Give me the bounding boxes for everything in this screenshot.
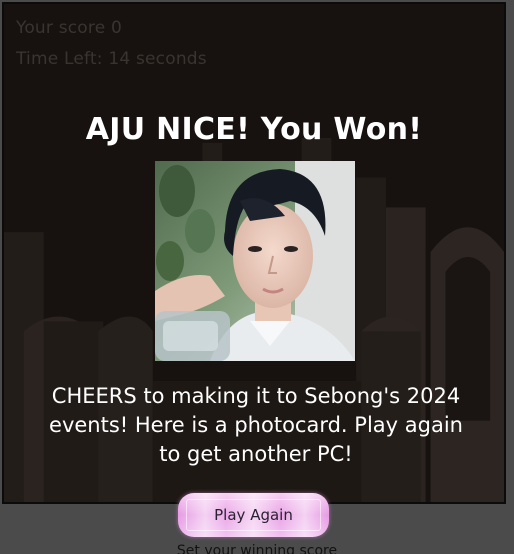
win-overlay: AJU NICE! You Won! CHEERS to making it t… bbox=[4, 4, 504, 502]
game-page: Your score 0 Time Left: 14 seconds AJU N… bbox=[0, 0, 514, 554]
play-again-label: Play Again bbox=[214, 506, 293, 524]
photocard-image bbox=[155, 161, 355, 361]
photocard-portrait-icon bbox=[155, 161, 355, 361]
play-again-button[interactable]: Play Again bbox=[178, 493, 329, 537]
set-winning-score-label: Set your winning score bbox=[176, 543, 338, 554]
win-message: CHEERS to making it to Sebong's 2024 eve… bbox=[49, 384, 463, 466]
win-title: AJU NICE! You Won! bbox=[85, 112, 423, 147]
game-board: Your score 0 Time Left: 14 seconds AJU N… bbox=[2, 2, 506, 504]
